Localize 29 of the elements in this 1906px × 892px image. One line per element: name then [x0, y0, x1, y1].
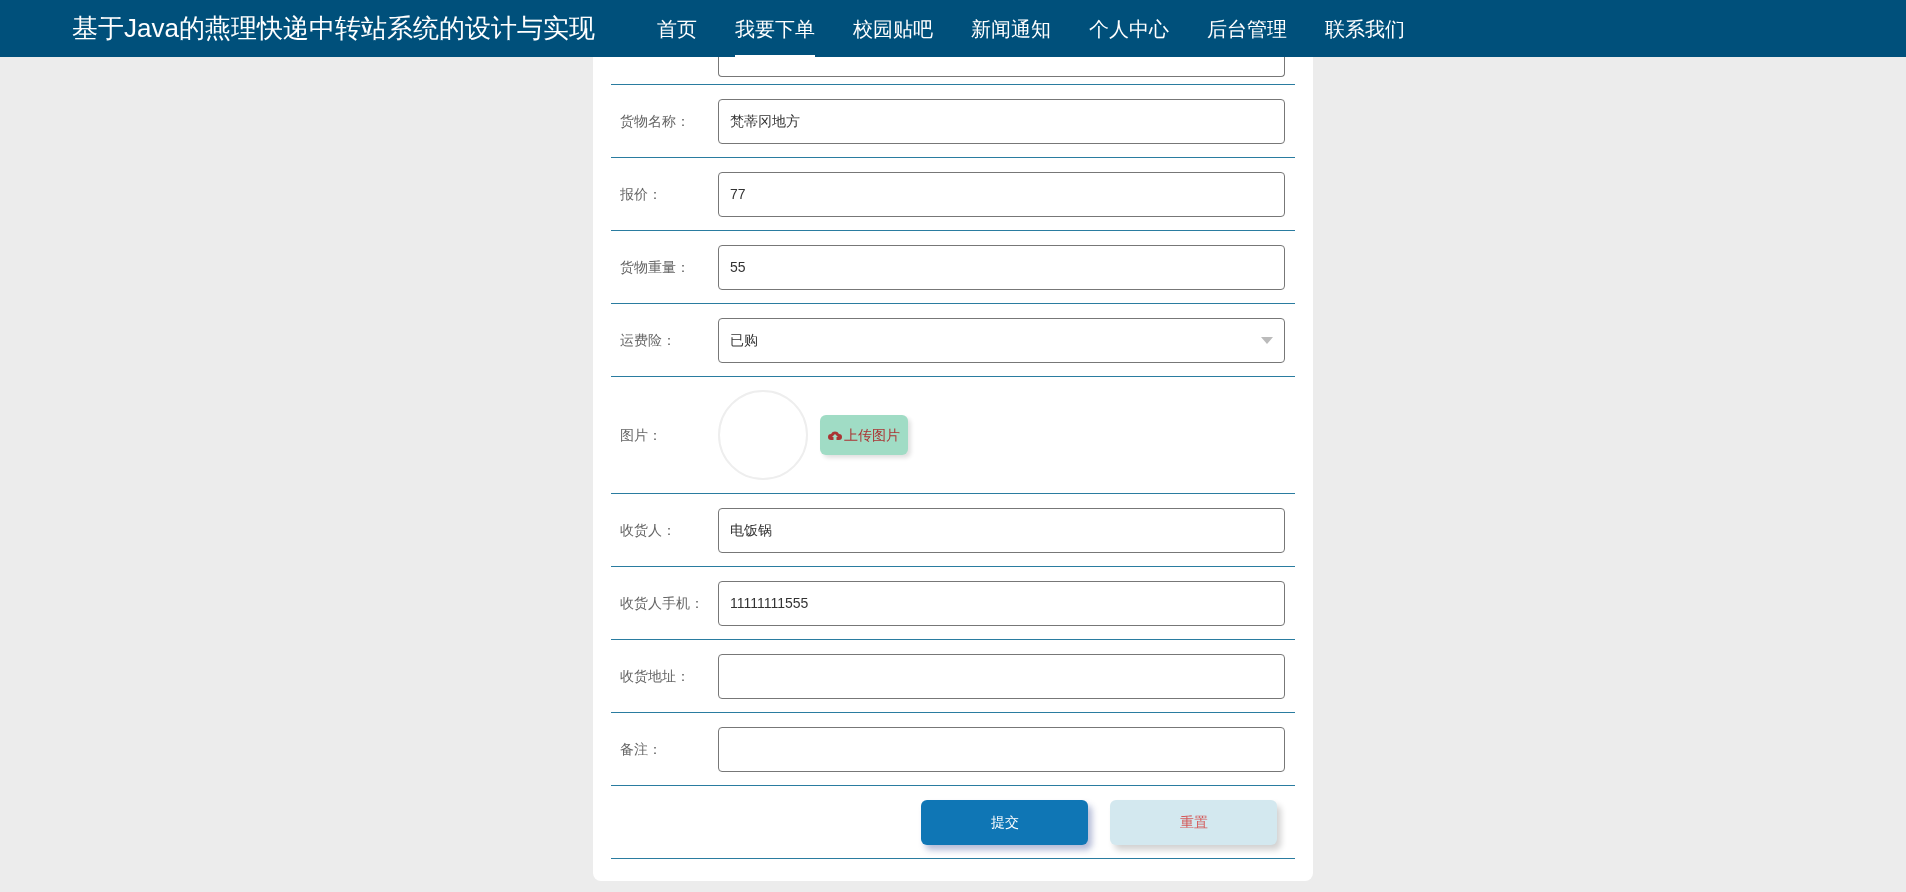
field-label: 图片：: [619, 425, 663, 445]
field-label: 收货地址：: [619, 666, 691, 686]
field-label: 报价：: [619, 184, 663, 204]
nav-link[interactable]: 个人中心: [1088, 0, 1169, 57]
nav-link[interactable]: 联系我们: [1324, 0, 1405, 57]
field-label: 备注：: [619, 739, 663, 759]
submit-button[interactable]: 提交: [921, 799, 1088, 845]
input-field[interactable]: [718, 653, 1285, 699]
field-label: 运费险：: [619, 330, 677, 350]
nav-link[interactable]: 新闻通知: [970, 0, 1051, 57]
dropdown-field[interactable]: 已购: [718, 317, 1285, 363]
input-field[interactable]: [718, 57, 1285, 77]
cloud-upload-icon: [828, 429, 842, 441]
site-title: 基于Java的燕理快递中转站系统的设计与实现: [72, 12, 595, 45]
upload-button[interactable]: 上传图片: [820, 415, 908, 455]
input-field[interactable]: 77: [718, 171, 1285, 217]
field-label: 货物名称：: [619, 111, 691, 131]
input-field[interactable]: 11111111555: [718, 580, 1285, 626]
nav-link[interactable]: 首页: [656, 0, 697, 57]
field-label: 货物重量：: [619, 257, 691, 277]
nav-link[interactable]: 后台管理: [1206, 0, 1287, 57]
input-field[interactable]: 电饭锅: [718, 507, 1285, 553]
nav-link[interactable]: 校园贴吧: [852, 0, 933, 57]
caret-icon: [1261, 336, 1273, 344]
field-label: 收货人：: [619, 520, 677, 540]
input-field[interactable]: 55: [718, 244, 1285, 290]
field-label: 收货人手机：: [619, 593, 705, 613]
input-field[interactable]: 梵蒂冈地方: [718, 98, 1285, 144]
input-field[interactable]: [718, 726, 1285, 772]
